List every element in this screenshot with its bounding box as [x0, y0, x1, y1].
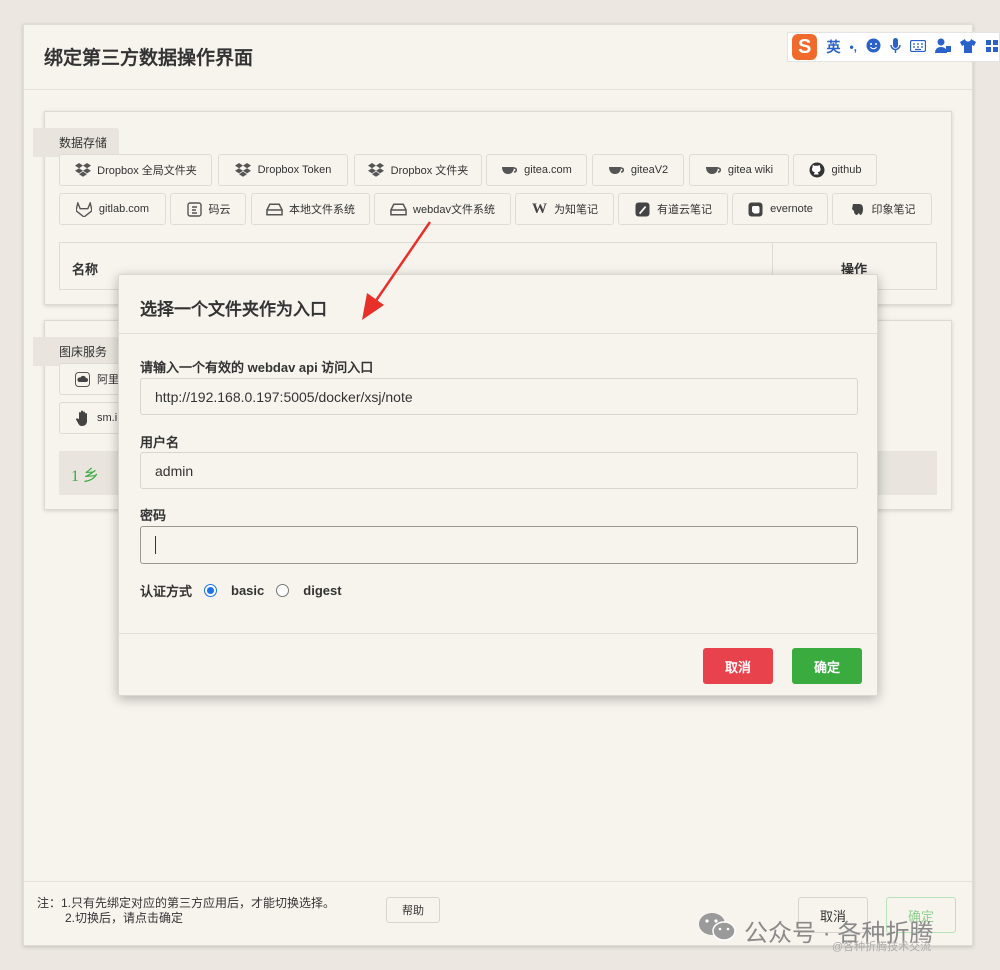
- arrow-head: [362, 293, 384, 320]
- wechat-icon: [698, 912, 736, 949]
- arrow-shaft: [371, 221, 432, 306]
- annotation-arrow: [362, 221, 432, 320]
- watermark-subtext: @各种折腾技术交流: [832, 941, 932, 953]
